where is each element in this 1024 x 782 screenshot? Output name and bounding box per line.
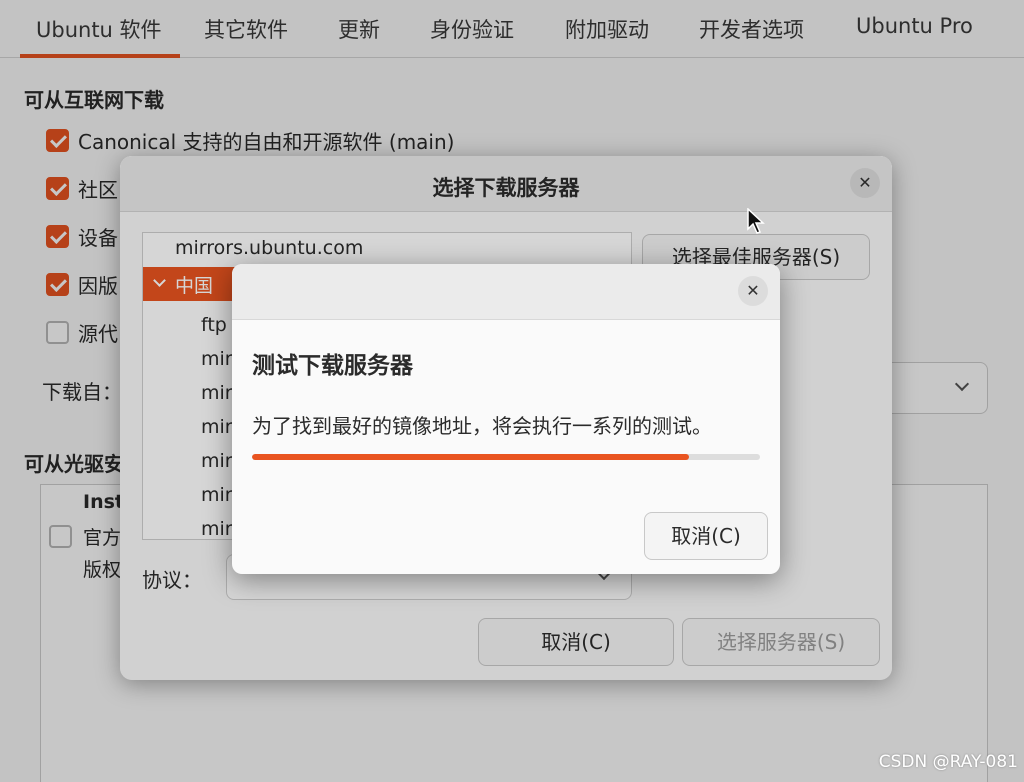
cancel-button[interactable]: 取消(C) [644, 512, 768, 560]
progress-fill [252, 454, 689, 460]
watermark: CSDN @RAY-081 [878, 752, 1018, 772]
test-servers-dialog: ✕ 测试下载服务器 为了找到最好的镜像地址，将会执行一系列的测试。 取消(C) [232, 264, 780, 574]
mouse-cursor-icon [747, 208, 765, 234]
close-icon[interactable]: ✕ [738, 276, 768, 306]
dialog-header: ✕ [232, 264, 780, 320]
dialog-message: 为了找到最好的镜像地址，将会执行一系列的测试。 [252, 414, 712, 438]
dialog-heading: 测试下载服务器 [252, 353, 413, 379]
progress-bar [252, 454, 760, 460]
